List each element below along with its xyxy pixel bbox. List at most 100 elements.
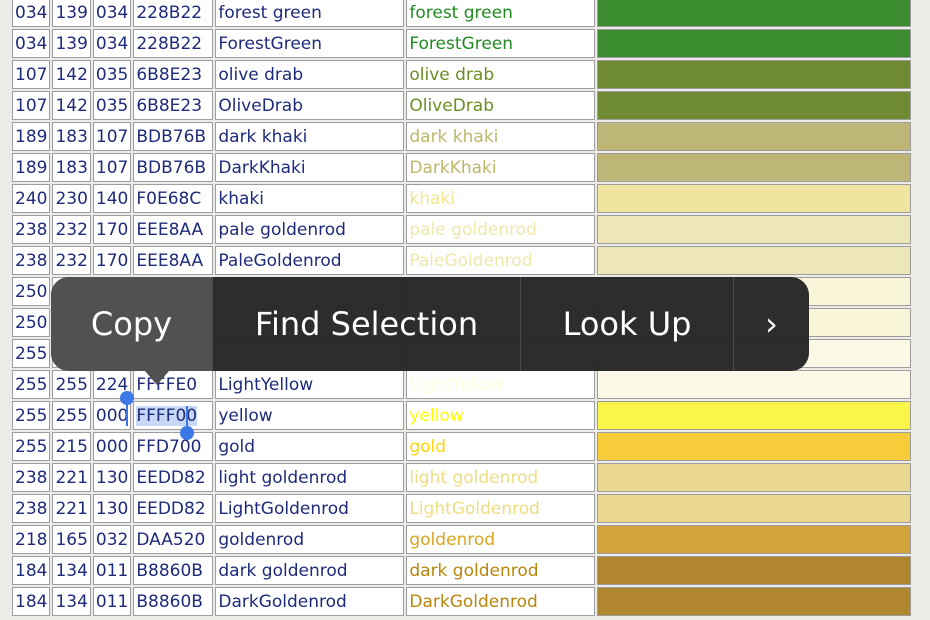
color-name-cell: forest green	[215, 0, 405, 27]
color-swatch	[597, 29, 912, 58]
selection-end-handle[interactable]	[180, 426, 194, 440]
table-row: 184 134 011 B8860B dark goldenrod dark golden…	[12, 556, 912, 585]
hex-code-cell: B8860B	[133, 587, 214, 616]
red-value-cell: 184	[12, 587, 51, 616]
red-value-cell: 238	[12, 494, 51, 523]
hex-code-text: FFD700	[136, 436, 202, 457]
hex-code-text: B8860B	[136, 591, 203, 612]
colored-name-cell: ForestGreen	[406, 29, 596, 58]
color-swatch	[597, 153, 912, 182]
color-swatch	[597, 370, 912, 399]
hex-code-cell: 6B8E23	[133, 91, 214, 120]
green-value-cell: 230	[52, 184, 91, 213]
table-row: 255 215 000 FFD700 gold gold	[12, 432, 912, 461]
green-value-cell: 183	[52, 153, 91, 182]
color-name-cell: pale goldenrod	[215, 215, 405, 244]
hex-code-text: EEDD82	[136, 498, 206, 519]
blue-value-cell: 130	[92, 494, 132, 523]
hex-code-cell: FFFF00	[133, 401, 214, 430]
colored-name-cell: LightGoldenrod	[406, 494, 596, 523]
colored-name-cell: goldenrod	[406, 525, 596, 554]
green-value-cell: 139	[52, 29, 91, 58]
color-name-cell: dark khaki	[215, 122, 405, 151]
look-up-menu-item[interactable]: Look Up	[521, 277, 734, 371]
hex-code-cell: F0E68C	[133, 184, 214, 213]
table-row: 238 232 170 EEE8AA pale goldenrod pale golden…	[12, 215, 912, 244]
blue-value-cell: 107	[92, 153, 132, 182]
color-swatch	[597, 463, 912, 492]
blue-value-cell: 107	[92, 122, 132, 151]
table-row: 238 232 170 EEE8AA PaleGoldenrod PaleGoldenro…	[12, 246, 912, 275]
green-value-cell: 139	[52, 0, 91, 27]
hex-code-cell: EEE8AA	[133, 215, 214, 244]
blue-value-cell: 011	[92, 556, 132, 585]
table-row: 238 221 130 EEDD82 light goldenrod light gold…	[12, 463, 912, 492]
red-value-cell: 255	[12, 339, 51, 368]
hex-code-cell: FFD700	[133, 432, 214, 461]
table-row: 107 142 035 6B8E23 olive drab olive drab	[12, 60, 912, 89]
green-value-cell: 142	[52, 60, 91, 89]
color-swatch	[597, 60, 912, 89]
hex-code-cell: EEDD82	[133, 494, 214, 523]
colored-name-cell: pale goldenrod	[406, 215, 596, 244]
color-name-cell: khaki	[215, 184, 405, 213]
table-row: 189 183 107 BDB76B dark khaki dark khaki	[12, 122, 912, 151]
blue-value-cell: 170	[92, 246, 132, 275]
green-value-cell: 134	[52, 556, 91, 585]
hex-code-text: EEDD82	[136, 467, 206, 488]
color-name-cell: yellow	[215, 401, 405, 430]
red-value-cell: 238	[12, 215, 51, 244]
color-swatch	[597, 587, 912, 616]
blue-value-cell: 000	[92, 432, 132, 461]
color-swatch	[597, 525, 912, 554]
color-name-cell: PaleGoldenrod	[215, 246, 405, 275]
color-swatch	[597, 246, 912, 275]
red-value-cell: 255	[12, 401, 51, 430]
selection-start-handle-stem	[126, 400, 128, 426]
red-value-cell: 238	[12, 246, 51, 275]
hex-code-text: 6B8E23	[136, 95, 203, 116]
blue-value-cell: 130	[92, 463, 132, 492]
table-row: 238 221 130 EEDD82 LightGoldenrod LightGolden…	[12, 494, 912, 523]
colored-name-cell: DarkGoldenrod	[406, 587, 596, 616]
hex-code-cell: EEDD82	[133, 463, 214, 492]
colored-name-cell: dark khaki	[406, 122, 596, 151]
green-value-cell: 255	[52, 370, 91, 399]
color-name-cell: DarkKhaki	[215, 153, 405, 182]
colored-name-cell: khaki	[406, 184, 596, 213]
hex-code-text: EEE8AA	[136, 219, 204, 240]
copy-menu-item[interactable]: Copy	[51, 277, 213, 371]
colored-name-cell: OliveDrab	[406, 91, 596, 120]
table-row: 240 230 140 F0E68C khaki khaki	[12, 184, 912, 213]
red-value-cell: 238	[12, 463, 51, 492]
color-swatch	[597, 91, 912, 120]
red-value-cell: 255	[12, 370, 51, 399]
colored-name-cell: olive drab	[406, 60, 596, 89]
color-name-cell: light goldenrod	[215, 463, 405, 492]
red-value-cell: 034	[12, 0, 51, 27]
colored-name-cell: yellow	[406, 401, 596, 430]
context-menu: Copy Find Selection Look Up ›	[51, 277, 809, 385]
find-selection-menu-item[interactable]: Find Selection	[213, 277, 521, 371]
red-value-cell: 107	[12, 60, 51, 89]
green-value-cell: 183	[52, 122, 91, 151]
green-value-cell: 221	[52, 494, 91, 523]
red-value-cell: 184	[12, 556, 51, 585]
colored-name-cell: LightYellow	[406, 370, 596, 399]
color-swatch	[597, 0, 912, 27]
colored-name-cell: light goldenrod	[406, 463, 596, 492]
hex-code-text: EEE8AA	[136, 250, 204, 271]
color-name-cell: LightYellow	[215, 370, 405, 399]
colored-name-cell: PaleGoldenrod	[406, 246, 596, 275]
table-row: 218 165 032 DAA520 goldenrod goldenrod	[12, 525, 912, 554]
hex-code-text: BDB76B	[136, 126, 207, 147]
blue-value-cell: 011	[92, 587, 132, 616]
color-name-cell: ForestGreen	[215, 29, 405, 58]
red-value-cell: 250	[12, 277, 51, 306]
color-swatch	[597, 122, 912, 151]
more-menu-arrow-icon[interactable]: ›	[734, 277, 809, 371]
table-row: 189 183 107 BDB76B DarkKhaki DarkKhaki	[12, 153, 912, 182]
color-swatch	[597, 556, 912, 585]
blue-value-cell: 035	[92, 91, 132, 120]
hex-code-cell: B8860B	[133, 556, 214, 585]
